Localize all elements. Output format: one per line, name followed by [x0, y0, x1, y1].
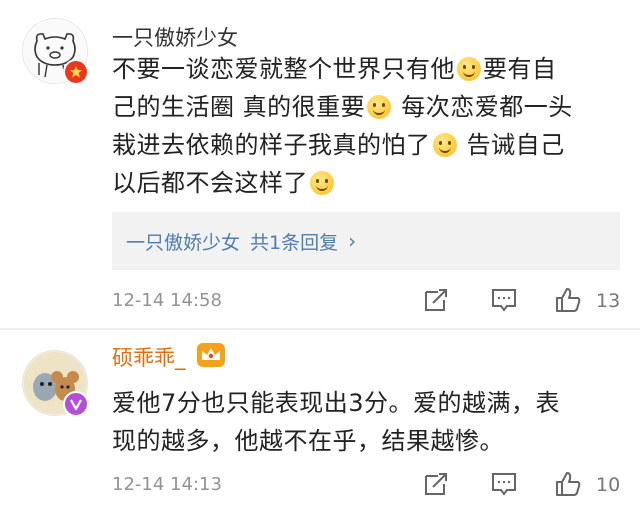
text-segment: 要有自 [483, 55, 557, 83]
username[interactable]: 硕乖乖_ [112, 342, 186, 372]
avatar[interactable] [22, 350, 89, 417]
timestamp: 12-14 14:13 [112, 474, 222, 495]
reply-author: 一只傲娇少女 [126, 231, 241, 254]
star-icon [70, 66, 82, 78]
reply-count: 共1条回复 [250, 231, 339, 254]
v-icon [70, 399, 82, 411]
smile-emoji [310, 171, 334, 195]
reply-button[interactable] [490, 286, 522, 318]
like-button[interactable] [554, 286, 586, 318]
share-icon [425, 289, 447, 311]
username[interactable]: 一只傲娇少女 [112, 22, 238, 52]
text-segment: 每次恋爱都一头 [393, 93, 573, 121]
text-segment: 己的生活圈 真的很重要 [112, 93, 366, 121]
smile-emoji [432, 133, 457, 157]
chevron-right-icon: › [348, 229, 357, 253]
verified-badge [63, 391, 89, 417]
text-segment: 不要一谈恋爱就整个世界只有他 [112, 55, 455, 83]
thumbs-up-icon [556, 472, 581, 496]
comment-item: 一只傲娇少女 不要一谈恋爱就整个世界只有他 要有自 己的生活圈 真的很重要 每次恋… [0, 0, 640, 328]
comment-line: 己的生活圈 真的很重要 每次恋爱都一头 [112, 88, 612, 126]
comment-line: 不要一谈恋爱就整个世界只有他 要有自 [112, 50, 612, 88]
comment-item: 硕乖乖_ 爱他7分也只能表现出3分。爱的越满，表 现的越多，他越不在乎，结果越惨… [0, 330, 640, 526]
crown-vip-icon [197, 343, 225, 367]
text-segment: 告诫自己 [458, 131, 565, 159]
share-button[interactable] [422, 286, 454, 318]
text-segment: 以后都不会这样了 [112, 169, 308, 197]
view-replies-link[interactable]: 一只傲娇少女 共1条回复 › [126, 228, 356, 255]
comment-text: 不要一谈恋爱就整个世界只有他 要有自 己的生活圈 真的很重要 每次恋爱都一头 栽进… [112, 50, 612, 202]
comment-icon [492, 473, 516, 496]
smile-emoji [367, 95, 392, 119]
comment-line: 爱他7分也只能表现出3分。爱的越满，表 [112, 389, 561, 417]
comment-meta: 12-14 14:13 10 [112, 470, 624, 502]
avatar[interactable] [22, 18, 89, 85]
like-count: 13 [596, 290, 621, 312]
reply-button[interactable] [490, 470, 522, 502]
like-count: 10 [596, 474, 621, 496]
comment-icon [492, 289, 516, 312]
verified-badge [63, 59, 89, 85]
comment-text: 爱他7分也只能表现出3分。爱的越满，表 现的越多，他越不在乎，结果越惨。 [112, 384, 612, 460]
comment-meta: 12-14 14:58 13 [112, 286, 624, 318]
reply-summary-box[interactable]: 一只傲娇少女 共1条回复 › [112, 212, 620, 270]
comment-line: 栽进去依赖的样子我真的怕了 告诫自己 [112, 126, 612, 164]
like-button[interactable] [554, 470, 586, 502]
thumbs-up-icon [556, 288, 581, 312]
text-segment: 栽进去依赖的样子我真的怕了 [112, 131, 431, 159]
share-icon [425, 473, 447, 495]
timestamp: 12-14 14:58 [112, 290, 222, 311]
smile-emoji [457, 57, 481, 81]
comment-line: 现的越多，他越不在乎，结果越惨。 [112, 427, 504, 455]
share-button[interactable] [422, 470, 454, 502]
comment-line: 以后都不会这样了 [112, 164, 612, 202]
